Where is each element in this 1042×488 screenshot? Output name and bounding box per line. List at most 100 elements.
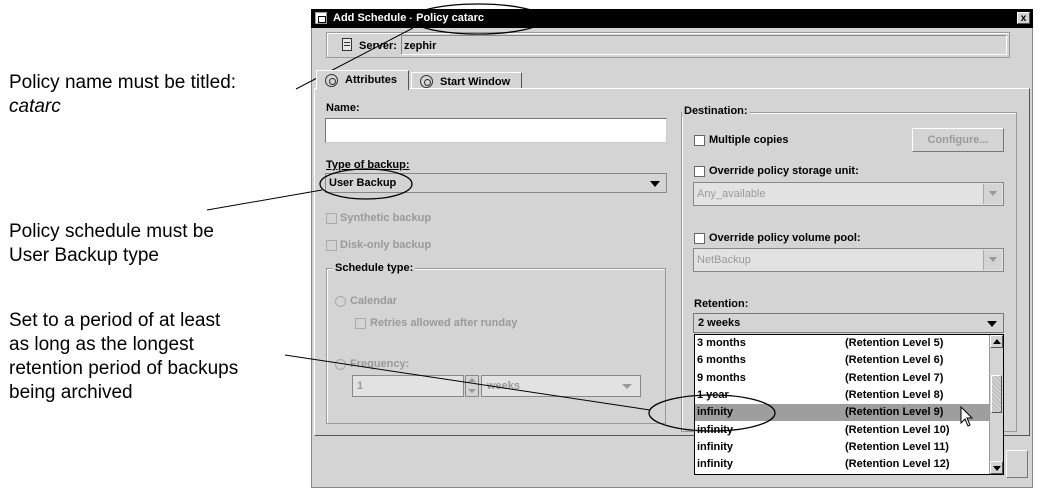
- server-field: [401, 35, 1007, 55]
- name-label: Name:: [326, 102, 360, 114]
- multiple-copies-label: Multiple copies: [709, 134, 789, 146]
- list-item[interactable]: 1 year (Retention Level 8): [695, 387, 990, 404]
- disk-only-backup-label: Disk-only backup: [340, 239, 432, 251]
- frequency-value: 1: [357, 380, 364, 392]
- annotation-retention-line3: retention period of backups: [9, 358, 239, 379]
- retention-level: (Retention Level 9): [845, 406, 944, 419]
- dialog-titlebar[interactable]: Add Schedule - Policy catarc x: [311, 9, 1033, 28]
- retention-label: Retention:: [694, 298, 749, 310]
- server-icon: [342, 38, 352, 51]
- retention-period: infinity: [697, 440, 734, 453]
- retention-list-scrollbar[interactable]: [989, 335, 1003, 474]
- disk-only-backup-checkbox[interactable]: [326, 240, 337, 251]
- destination-label: Destination:: [682, 105, 750, 117]
- storage-unit-value: Any_available: [697, 188, 766, 200]
- annotation-schedule-type: Policy schedule must be User Backup type: [9, 220, 214, 268]
- spinner-down-icon: [468, 389, 476, 393]
- retention-period: 6 months: [697, 354, 746, 367]
- server-label: Server:: [359, 40, 397, 52]
- close-button[interactable]: x: [1017, 12, 1030, 24]
- annotation-retention: Set to a period of at least as long as t…: [9, 309, 238, 405]
- scroll-down-icon[interactable]: [990, 461, 1003, 474]
- dialog-title: Add Schedule - Policy catarc: [333, 12, 484, 24]
- chevron-down-icon: [622, 384, 632, 389]
- annotation-policy-name: Policy name must be titled: catarc: [9, 71, 236, 119]
- multiple-copies-checkbox[interactable]: [694, 135, 705, 146]
- override-storage-label: Override policy storage unit:: [709, 165, 859, 177]
- frequency-unit-value: weeks: [487, 380, 521, 392]
- tab-start-window[interactable]: Start Window: [411, 72, 522, 89]
- calendar-radio[interactable]: [335, 296, 346, 307]
- type-of-backup-select[interactable]: User Backup: [325, 173, 667, 193]
- frequency-value-field[interactable]: 1: [352, 375, 464, 397]
- tab-attributes-label: Attributes: [345, 74, 397, 86]
- override-volume-label: Override policy volume pool:: [709, 232, 861, 244]
- start-window-icon: [420, 75, 433, 88]
- mouse-cursor-icon: [960, 406, 974, 427]
- retention-period: infinity: [697, 406, 734, 419]
- annotation-retention-line4: being archived: [9, 382, 133, 403]
- chevron-down-icon: [983, 184, 1002, 204]
- annotation-schedule-line1: Policy schedule must be: [9, 221, 214, 242]
- tab-attributes[interactable]: Attributes: [316, 70, 409, 90]
- retention-level: (Retention Level 12): [845, 458, 950, 471]
- synthetic-backup-label: Synthetic backup: [340, 212, 432, 224]
- annotation-schedule-line2: User Backup type: [9, 245, 159, 266]
- retention-select[interactable]: 2 weeks: [693, 313, 1004, 333]
- configure-button[interactable]: Configure...: [912, 128, 1004, 152]
- list-item-selected[interactable]: infinity (Retention Level 9): [695, 404, 990, 422]
- retention-value: 2 weeks: [698, 317, 741, 329]
- retention-dropdown-list: 3 months (Retention Level 5) 6 months (R…: [694, 334, 1004, 475]
- retention-level: (Retention Level 11): [845, 440, 949, 453]
- tab-start-window-label: Start Window: [440, 76, 511, 88]
- retention-level: (Retention Level 7): [845, 371, 944, 384]
- retries-label: Retries allowed after runday: [370, 317, 518, 329]
- retention-period: 9 months: [697, 371, 746, 384]
- annotation-retention-line2: as long as the longest: [9, 334, 194, 355]
- frequency-radio[interactable]: [335, 359, 346, 370]
- list-item[interactable]: infinity (Retention Level 10): [695, 422, 990, 439]
- override-storage-checkbox[interactable]: [694, 166, 705, 177]
- retention-period: infinity: [697, 423, 734, 436]
- retention-level: (Retention Level 10): [845, 423, 950, 436]
- retention-period: 3 months: [697, 337, 746, 349]
- retention-period: 1 year: [697, 388, 729, 401]
- callout-line-backup-type: [206, 189, 323, 211]
- annotation-policy-name-line1: Policy name must be titled:: [9, 72, 237, 93]
- retention-level: (Retention Level 5): [845, 337, 944, 349]
- list-item[interactable]: infinity (Retention Level 11): [695, 439, 990, 456]
- calendar-label: Calendar: [350, 295, 398, 307]
- list-item[interactable]: 3 months (Retention Level 5): [695, 335, 990, 352]
- help-button[interactable]: [1006, 450, 1028, 478]
- list-item[interactable]: 6 months (Retention Level 6): [695, 352, 990, 369]
- scrollbar-thumb[interactable]: [991, 375, 1002, 413]
- annotation-policy-name-line2: catarc: [9, 96, 61, 117]
- chevron-down-icon: [987, 321, 997, 327]
- type-of-backup-value: User Backup: [329, 177, 397, 189]
- storage-unit-select[interactable]: Any_available: [693, 182, 1004, 206]
- type-of-backup-label: Type of backup:: [326, 159, 410, 171]
- window-icon: [315, 12, 327, 24]
- server-value: zephir: [404, 40, 437, 52]
- list-item[interactable]: infinity (Retention Level 12): [695, 456, 990, 473]
- frequency-unit-select[interactable]: weeks: [481, 375, 641, 397]
- frequency-label: Frequency:: [350, 358, 410, 370]
- name-input[interactable]: [325, 118, 667, 143]
- retries-checkbox[interactable]: [355, 318, 366, 329]
- volume-pool-value: NetBackup: [697, 254, 751, 266]
- chevron-down-icon: [983, 250, 1002, 270]
- spinner-up-icon: [468, 378, 476, 382]
- retention-level: (Retention Level 8): [845, 388, 944, 401]
- override-volume-checkbox[interactable]: [694, 233, 705, 244]
- retention-level: (Retention Level 6): [845, 354, 944, 367]
- attributes-icon: [325, 74, 338, 87]
- synthetic-backup-checkbox[interactable]: [326, 213, 337, 224]
- list-item[interactable]: 9 months (Retention Level 7): [695, 370, 990, 387]
- schedule-type-group: [326, 268, 666, 424]
- chevron-down-icon: [650, 181, 660, 187]
- retention-period: infinity: [697, 458, 734, 471]
- schedule-type-label: Schedule type:: [333, 262, 416, 274]
- frequency-spinner[interactable]: [465, 375, 479, 397]
- volume-pool-select[interactable]: NetBackup: [693, 248, 1004, 272]
- scroll-up-icon[interactable]: [990, 335, 1003, 348]
